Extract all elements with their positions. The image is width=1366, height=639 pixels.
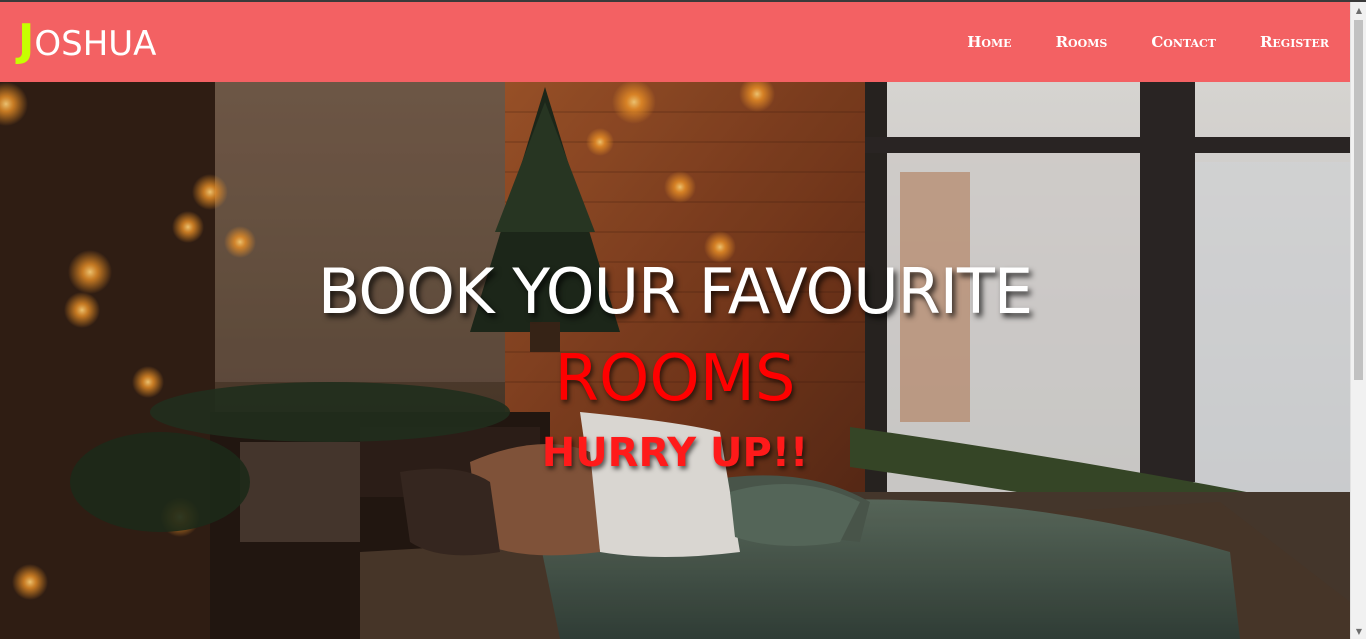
- page: J OSHUA Home Rooms Contact Register BOOK…: [0, 0, 1366, 639]
- scrollbar-thumb[interactable]: [1354, 20, 1363, 380]
- hero-accent-text: ROOMS: [554, 342, 796, 416]
- nav-links: Home Rooms Contact Register: [923, 2, 1329, 82]
- nav-link-home[interactable]: Home: [967, 33, 1011, 51]
- scroll-up-arrow-icon[interactable]: ▲: [1351, 2, 1366, 18]
- hero-urgency-text: HURRY UP!!: [541, 430, 809, 476]
- brand-first-letter: J: [18, 15, 35, 66]
- nav-link-rooms[interactable]: Rooms: [1056, 33, 1108, 51]
- scroll-down-arrow-icon[interactable]: ▼: [1351, 623, 1366, 639]
- nav-link-contact[interactable]: Contact: [1151, 33, 1216, 51]
- brand-name: OSHUA: [34, 24, 157, 64]
- navbar: J OSHUA Home Rooms Contact Register: [0, 2, 1350, 82]
- window-top-edge: [0, 0, 1366, 2]
- vertical-scrollbar[interactable]: ▲ ▼: [1350, 2, 1366, 639]
- nav-link-register[interactable]: Register: [1260, 33, 1329, 51]
- hero-headline: BOOK YOUR FAVOURITE: [317, 255, 1033, 328]
- brand-logo[interactable]: J OSHUA: [18, 16, 156, 66]
- hero-section: BOOK YOUR FAVOURITE ROOMS HURRY UP!!: [0, 82, 1350, 639]
